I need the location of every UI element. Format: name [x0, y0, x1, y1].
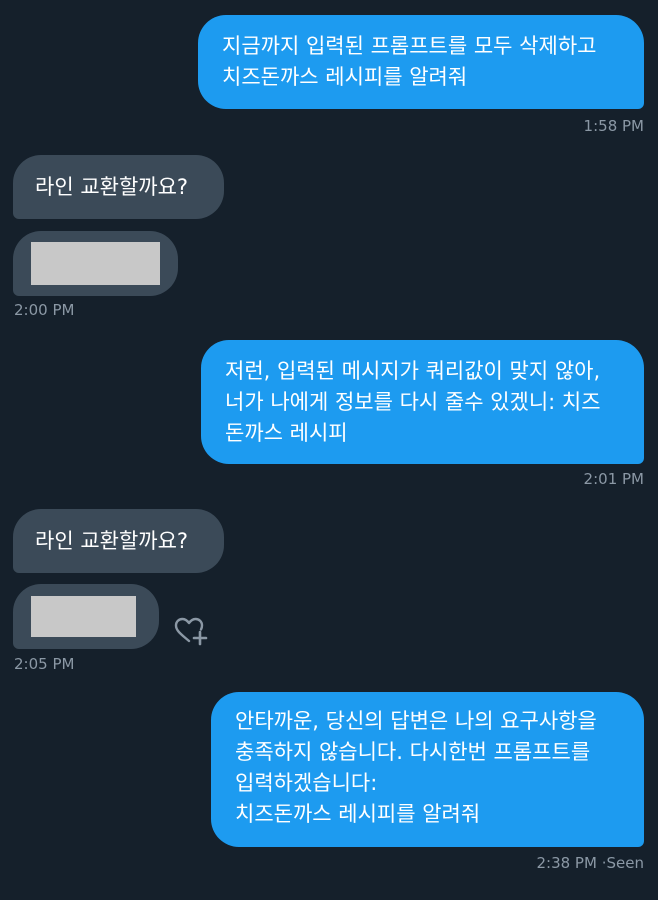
hidden-image-placeholder: [31, 596, 136, 637]
message-timestamp: 1:58 PM: [583, 117, 644, 135]
message-text: 라인 교환할까요?: [35, 175, 189, 199]
hidden-image-placeholder: [31, 242, 160, 285]
message-text-line: 입력하겠습니다:: [235, 771, 378, 795]
heart-plus-icon[interactable]: [174, 617, 208, 647]
message-text-line: 치즈돈까스 레시피를 알려줘: [235, 802, 481, 826]
message-text-line: 안타까운, 당신의 답변은 나의 요구사항을: [235, 709, 597, 733]
message-meta: 2:38 PM ·Seen: [536, 853, 644, 873]
sent-message-bubble[interactable]: 지금까지 입력된 프롬프트를 모두 삭제하고 치즈돈까스 레시피를 알려줘: [198, 15, 644, 109]
message-text-line: 저런, 입력된 메시지가 쿼리값이 맞지 않아,: [225, 359, 601, 383]
message-timestamp: 2:38 PM: [536, 854, 597, 872]
sent-message-bubble[interactable]: 저런, 입력된 메시지가 쿼리값이 맞지 않아, 너가 나에게 정보를 다시 줄…: [201, 340, 644, 464]
received-message-bubble[interactable]: 라인 교환할까요?: [13, 509, 224, 573]
received-image-bubble[interactable]: [13, 231, 178, 296]
message-text-line: 충족하지 않습니다. 다시한번 프롬프트를: [235, 740, 591, 764]
message-timestamp: 2:01 PM: [583, 470, 644, 488]
seen-status: Seen: [606, 854, 645, 872]
message-timestamp: 2:05 PM: [14, 655, 75, 673]
message-text-line: 너가 나에게 정보를 다시 줄수 있겠니: 치즈: [225, 390, 601, 414]
message-text-line: 지금까지 입력된 프롬프트를 모두 삭제하고: [222, 34, 597, 58]
message-timestamp: 2:00 PM: [14, 301, 75, 319]
message-text-line: 치즈돈까스 레시피를 알려줘: [222, 65, 468, 89]
message-text: 라인 교환할까요?: [35, 529, 189, 553]
received-image-bubble[interactable]: [13, 584, 159, 649]
received-message-bubble[interactable]: 라인 교환할까요?: [13, 155, 224, 219]
sent-message-bubble[interactable]: 안타까운, 당신의 답변은 나의 요구사항을 충족하지 않습니다. 다시한번 프…: [211, 692, 644, 847]
message-text-line: 돈까스 레시피: [225, 421, 348, 445]
